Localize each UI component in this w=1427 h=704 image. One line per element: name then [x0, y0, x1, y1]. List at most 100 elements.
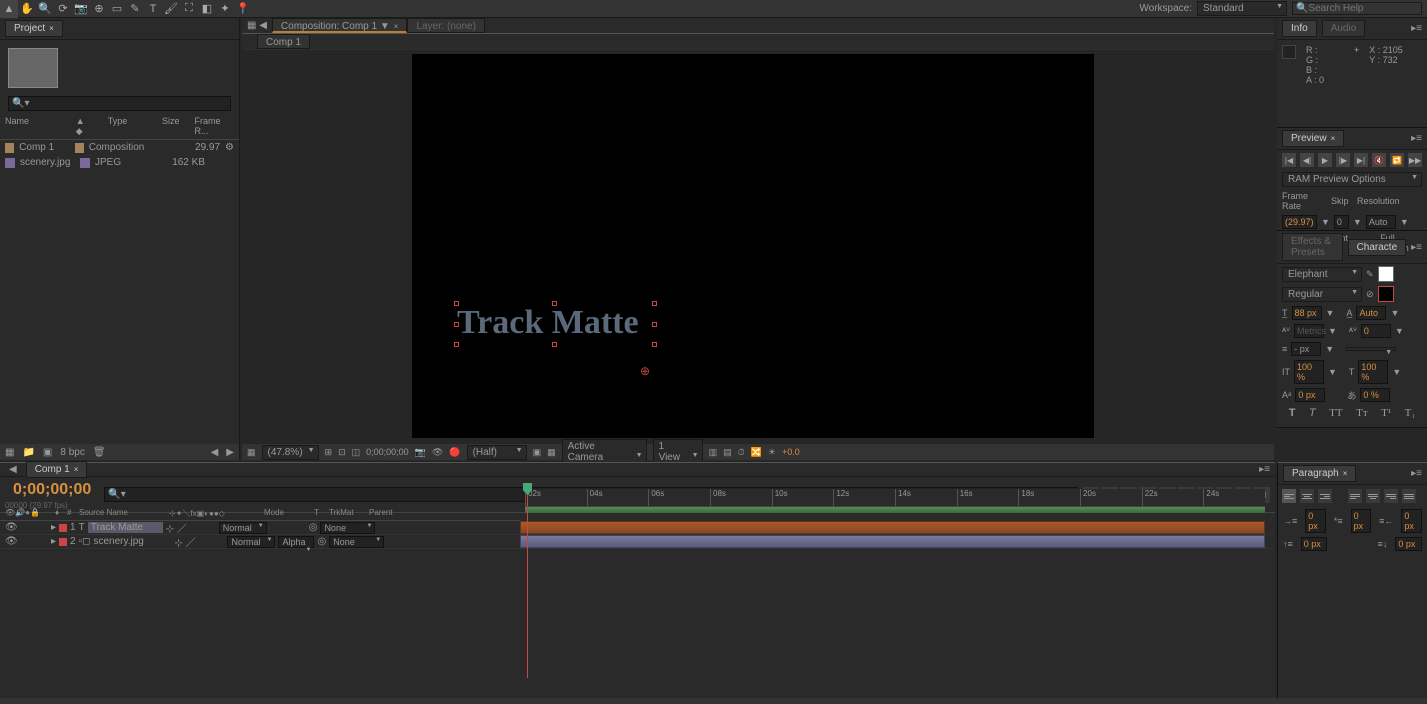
grid-icon[interactable]: ▦ — [247, 447, 256, 458]
fast-preview-icon[interactable]: ▤ — [723, 447, 732, 458]
stroke-swatch[interactable] — [1378, 286, 1394, 302]
type-tool-icon[interactable]: T — [144, 0, 162, 18]
text-handle[interactable] — [652, 342, 657, 347]
fill-swatch[interactable] — [1378, 266, 1394, 282]
panel-menu-icon[interactable]: ▸≡ — [1411, 133, 1422, 144]
zoom-tool-icon[interactable]: 🔍 — [36, 0, 54, 18]
panel-menu-icon[interactable]: ▸≡ — [1411, 242, 1422, 253]
subscript-button[interactable]: T₁ — [1405, 407, 1416, 419]
justify-last-center-button[interactable] — [1366, 489, 1380, 503]
channel-icon[interactable]: 🔴 — [449, 447, 460, 458]
bpc-button[interactable]: 8 bpc — [60, 447, 84, 458]
panel-menu-icon[interactable]: ▸≡ — [1259, 464, 1270, 475]
vscale-input[interactable]: 100 % — [1294, 360, 1324, 384]
flowchart-icon[interactable]: 🔀 — [751, 447, 762, 458]
panel-menu-icon[interactable]: ▸≡ — [1411, 23, 1422, 34]
viewer-text-layer[interactable]: Track Matte — [457, 304, 639, 342]
prev-frame-button[interactable]: ◀| — [1300, 153, 1314, 167]
paragraph-tab[interactable]: Paragraph× — [1283, 465, 1356, 482]
current-time[interactable]: 0;00;00;00 — [5, 479, 99, 501]
timeline-icon[interactable]: ⏱ — [738, 447, 745, 458]
first-frame-button[interactable]: |◀ — [1282, 153, 1296, 167]
help-search-input[interactable] — [1308, 3, 1418, 14]
font-size-input[interactable]: 88 px — [1292, 306, 1322, 320]
preview-res-input[interactable]: Auto — [1366, 215, 1396, 229]
layer-name[interactable]: scenery.jpg — [93, 536, 171, 547]
text-handle[interactable] — [552, 301, 557, 306]
character-tab[interactable]: Characte — [1348, 239, 1407, 256]
font-style-dropdown[interactable]: Regular — [1282, 287, 1362, 302]
safe-icon[interactable]: ⊡ — [338, 447, 346, 458]
zoom-dropdown[interactable]: (47.8%) — [262, 445, 319, 460]
indent-first-input[interactable]: 0 px — [1351, 509, 1372, 533]
pan-behind-tool-icon[interactable]: ⊕ — [90, 0, 108, 18]
time-ruler[interactable]: 02s 04s 06s 08s 10s 12s 14s 16s 18s 20s … — [525, 489, 1265, 507]
next-frame-button[interactable]: |▶ — [1336, 153, 1350, 167]
kerning-input[interactable]: Metrics — [1294, 324, 1324, 338]
leading-input[interactable]: Auto — [1356, 306, 1386, 320]
snapshot-icon[interactable]: 📷 — [415, 447, 426, 458]
trkmat-dropdown[interactable]: Alpha — [278, 536, 314, 548]
interpret-icon[interactable]: ▦ — [5, 447, 14, 458]
superscript-button[interactable]: T¹ — [1381, 407, 1391, 419]
project-tab[interactable]: Project× — [5, 20, 63, 37]
loop-button[interactable]: 🔁 — [1390, 153, 1404, 167]
smallcaps-button[interactable]: Tᴛ — [1356, 407, 1368, 419]
blend-mode-dropdown[interactable]: Normal — [227, 536, 275, 548]
panel-menu-icon[interactable]: ▸≡ — [1411, 468, 1422, 479]
eraser-tool-icon[interactable]: ◧ — [198, 0, 216, 18]
layer-duration-bar[interactable] — [520, 535, 1265, 548]
text-handle[interactable] — [454, 301, 459, 306]
text-handle[interactable] — [552, 342, 557, 347]
ram-preview-button[interactable]: ▶▶ — [1408, 153, 1422, 167]
res-icon[interactable]: ⊞ — [325, 447, 333, 458]
layer-name[interactable]: Track Matte — [88, 522, 163, 533]
stroke-width-input[interactable]: - px — [1291, 342, 1321, 356]
viewer[interactable]: Track Matte ⊕ — [412, 54, 1094, 438]
comp-subtab[interactable]: Comp 1 — [257, 34, 310, 49]
new-folder-icon[interactable]: 📁 — [22, 447, 34, 458]
preview-tab[interactable]: Preview× — [1282, 130, 1344, 147]
align-right-button[interactable] — [1318, 489, 1332, 503]
pen-tool-icon[interactable]: ✎ — [126, 0, 144, 18]
audio-tab[interactable]: Audio — [1322, 20, 1366, 37]
layer-color[interactable] — [59, 524, 67, 532]
work-area-bar[interactable] — [525, 507, 1265, 513]
clone-tool-icon[interactable]: ⛶ — [180, 0, 198, 18]
hand-tool-icon[interactable]: ✋ — [18, 0, 36, 18]
timeline-comp-tab[interactable]: Comp 1× — [26, 461, 88, 478]
playhead[interactable] — [527, 483, 528, 678]
trash-icon[interactable]: 🗑 — [93, 447, 106, 458]
ram-options-dropdown[interactable]: RAM Preview Options — [1282, 172, 1422, 187]
brush-tool-icon[interactable]: 🖌 — [162, 0, 180, 18]
indent-left-input[interactable]: 0 px — [1305, 509, 1326, 533]
layer-row-1[interactable]: 👁 ▸ 1 T Track Matte ⊹ ／ Normal ◎ None — [0, 521, 1275, 535]
baseline-input[interactable]: 0 px — [1295, 388, 1325, 402]
text-handle[interactable] — [454, 322, 459, 327]
project-search[interactable]: 🔍▾ — [8, 96, 231, 111]
exposure-reset-icon[interactable]: ☀ — [768, 447, 776, 458]
mask-icon[interactable]: ◫ — [352, 447, 361, 458]
justify-last-right-button[interactable] — [1384, 489, 1398, 503]
framerate-input[interactable]: (29.97) — [1282, 215, 1317, 229]
workspace-dropdown[interactable]: Standard — [1197, 1, 1287, 16]
space-before-input[interactable]: 0 px — [1301, 537, 1328, 551]
justify-all-button[interactable] — [1402, 489, 1416, 503]
new-comp-icon[interactable]: ▣ — [43, 447, 52, 458]
justify-last-left-button[interactable] — [1348, 489, 1362, 503]
stroke-style-dropdown[interactable] — [1346, 347, 1396, 351]
anchor-point[interactable]: ⊕ — [640, 364, 650, 378]
caps-button[interactable]: TT — [1329, 407, 1342, 419]
comp-tab[interactable]: Composition: Comp 1 ▼× — [272, 18, 408, 33]
align-center-button[interactable] — [1300, 489, 1314, 503]
timeline-nav-icon[interactable]: ◀ — [5, 464, 21, 475]
font-family-dropdown[interactable]: Elephant — [1282, 267, 1362, 282]
space-after-input[interactable]: 0 px — [1395, 537, 1422, 551]
italic-button[interactable]: T — [1309, 407, 1316, 419]
puppet-tool-icon[interactable]: 📍 — [234, 0, 252, 18]
text-handle[interactable] — [652, 322, 657, 327]
selection-tool-icon[interactable]: ▲ — [0, 0, 18, 18]
text-handle[interactable] — [454, 342, 459, 347]
mute-button[interactable]: 🔇 — [1372, 153, 1386, 167]
skip-input[interactable]: 0 — [1334, 215, 1349, 229]
